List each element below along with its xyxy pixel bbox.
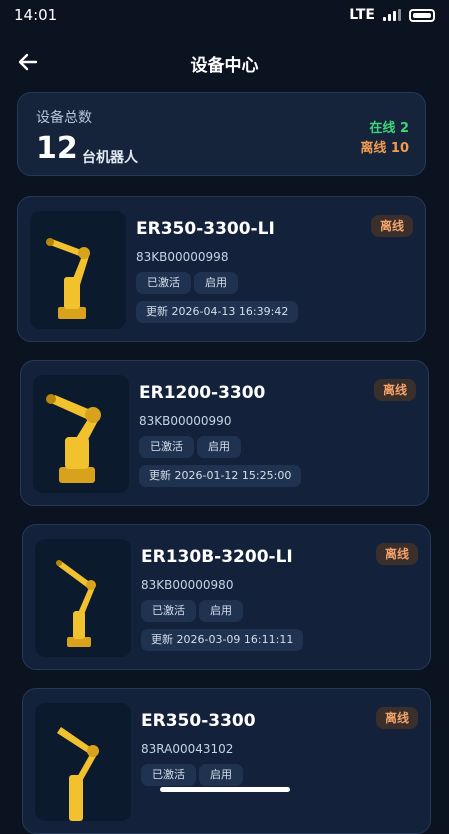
robot-arm-icon xyxy=(56,560,96,647)
summary-label: 设备总数 xyxy=(36,110,92,126)
network-label: LTE xyxy=(349,7,375,23)
online-count: 在线 2 xyxy=(369,121,409,136)
device-model: ER1200-3300 xyxy=(139,383,266,403)
robot-thumbnail xyxy=(35,539,131,657)
status-time: 14:01 xyxy=(14,6,58,24)
device-serial: 83RA00043102 xyxy=(141,742,234,756)
enabled-tag: 启用 xyxy=(199,764,243,786)
back-button[interactable] xyxy=(16,50,40,74)
robot-thumbnail xyxy=(35,703,131,821)
device-serial: 83KB00000998 xyxy=(136,250,229,264)
updated-time: 更新 2026-03-09 16:11:11 xyxy=(141,629,304,651)
enabled-tag: 启用 xyxy=(197,436,241,458)
summary-unit: 台机器人 xyxy=(82,150,138,166)
activated-tag: 已激活 xyxy=(141,600,196,622)
arrow-left-icon xyxy=(18,53,38,71)
summary-count: 12 xyxy=(36,131,78,166)
status-bar: 14:01 LTE xyxy=(0,0,449,30)
enabled-tag: 启用 xyxy=(194,272,238,294)
device-card[interactable]: ER350-3300-LI 83KB00000998 已激活 启用 更新 202… xyxy=(17,196,426,342)
top-nav: 设备中心 xyxy=(0,42,449,84)
device-model: ER350-3300-LI xyxy=(136,219,275,239)
robot-arm-icon xyxy=(46,238,90,319)
status-badge: 离线 xyxy=(373,379,416,401)
status-badge: 离线 xyxy=(375,543,418,565)
robot-arm-icon xyxy=(46,394,101,483)
signal-icon xyxy=(383,9,401,21)
status-badge: 离线 xyxy=(375,707,418,729)
device-summary-card: 设备总数 12 台机器人 在线 2 离线 10 xyxy=(17,92,426,176)
robot-arm-icon xyxy=(57,727,99,821)
activated-tag: 已激活 xyxy=(139,436,194,458)
status-badge: 离线 xyxy=(370,215,413,237)
status-indicators: LTE xyxy=(349,7,435,23)
home-indicator[interactable] xyxy=(160,787,290,792)
battery-icon xyxy=(409,8,435,22)
enabled-tag: 启用 xyxy=(199,600,243,622)
activated-tag: 已激活 xyxy=(141,764,196,786)
device-serial: 83KB00000990 xyxy=(139,414,232,428)
page-title: 设备中心 xyxy=(190,55,259,76)
device-serial: 83KB00000980 xyxy=(141,578,234,592)
device-card[interactable]: ER130B-3200-LI 83KB00000980 已激活 启用 更新 20… xyxy=(22,524,431,670)
offline-count: 离线 10 xyxy=(360,141,409,156)
updated-time: 更新 2026-04-13 16:39:42 xyxy=(136,301,299,323)
device-card[interactable]: ER350-3300 83RA00043102 已激活 启用 离线 xyxy=(22,688,431,834)
activated-tag: 已激活 xyxy=(136,272,191,294)
device-model: ER350-3300 xyxy=(141,711,256,731)
device-card[interactable]: ER1200-3300 83KB00000990 已激活 启用 更新 2026-… xyxy=(20,360,429,506)
updated-time: 更新 2026-01-12 15:25:00 xyxy=(139,465,302,487)
robot-thumbnail xyxy=(30,211,126,329)
robot-thumbnail xyxy=(33,375,129,493)
device-model: ER130B-3200-LI xyxy=(141,547,293,567)
